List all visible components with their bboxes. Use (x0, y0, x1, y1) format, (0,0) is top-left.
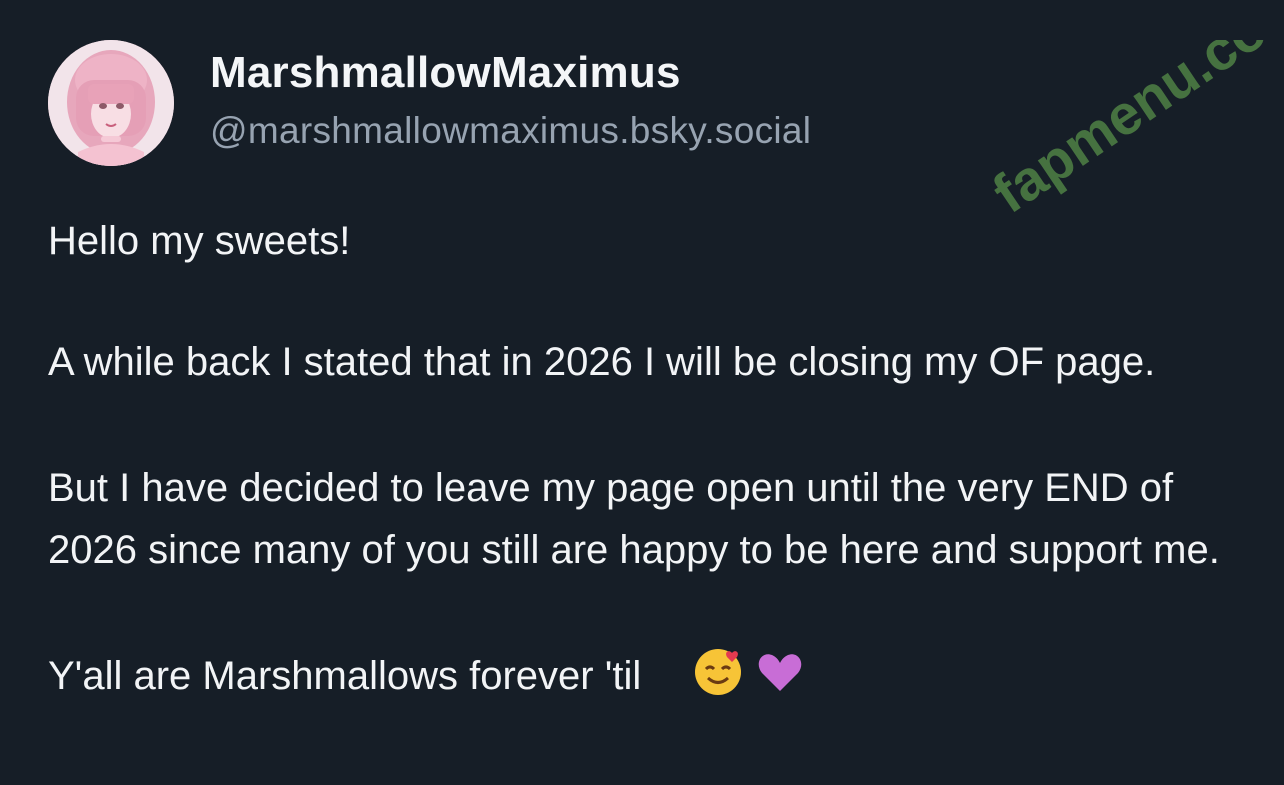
purple-heart-icon (759, 654, 802, 691)
avatar-image (48, 40, 174, 166)
emoji-strip (692, 645, 806, 697)
post-screenshot: MarshmallowMaximus @marshmallowmaximus.b… (0, 0, 1284, 785)
post-paragraph-announcement: A while back I stated that in 2026 I wil… (48, 340, 1156, 384)
post-paragraph-closing: Y'all are Marshmallows forever 'til (48, 645, 1248, 707)
post-paragraph-update: But I have decided to leave my page open… (48, 466, 1220, 572)
watermark-logo: fapmenu.com (990, 40, 1284, 225)
author-handle[interactable]: @marshmallowmaximus.bsky.social (210, 106, 811, 156)
avatar[interactable] (48, 40, 174, 166)
post-header: MarshmallowMaximus @marshmallowmaximus.b… (48, 40, 811, 166)
post-body: Hello my sweets! A while back I stated t… (48, 210, 1248, 707)
author-block: MarshmallowMaximus @marshmallowmaximus.b… (210, 46, 811, 156)
post-paragraph-closing-text: Y'all are Marshmallows forever 'til (48, 654, 642, 698)
author-display-name[interactable]: MarshmallowMaximus (210, 46, 811, 100)
smiling-face-with-hearts-icon (695, 649, 742, 695)
watermark-text: fapmenu.com (990, 40, 1284, 225)
